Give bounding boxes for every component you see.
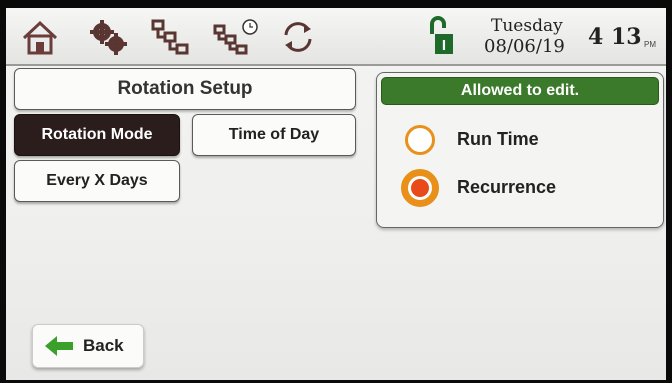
device-screen: I Tuesday 08/06/19 4 13 PM Rotation Setu… <box>6 8 666 380</box>
flowchart-icon[interactable] <box>150 18 190 56</box>
page-title: Rotation Setup <box>14 68 356 110</box>
sync-icon[interactable] <box>278 18 318 56</box>
back-label: Back <box>83 336 124 355</box>
rotation-mode-button[interactable]: Rotation Mode <box>14 114 180 156</box>
top-toolbar: I Tuesday 08/06/19 4 13 PM <box>6 8 666 66</box>
home-icon[interactable] <box>20 18 60 56</box>
date-day: Tuesday <box>491 16 563 36</box>
edit-options-panel: Allowed to edit. Run Time Recurrence <box>376 72 664 228</box>
scheduled-flowchart-icon[interactable] <box>212 18 260 56</box>
clock-ampm: PM <box>644 40 656 49</box>
settings-gears-icon[interactable] <box>88 18 128 56</box>
recurrence-label: Recurrence <box>457 177 557 197</box>
arrow-left-icon <box>45 336 73 356</box>
back-button[interactable]: Back <box>32 324 144 368</box>
every-x-days-button[interactable]: Every X Days <box>14 160 180 202</box>
date-value: 08/06/19 <box>484 36 565 57</box>
run-time-label: Run Time <box>457 129 539 149</box>
time-of-day-button[interactable]: Time of Day <box>192 114 356 156</box>
ignition-lock-icon: I <box>430 16 453 54</box>
run-time-radio[interactable] <box>405 125 435 155</box>
recurrence-radio[interactable] <box>401 169 439 207</box>
panel-header: Allowed to edit. <box>381 77 659 105</box>
svg-text:I: I <box>442 37 446 54</box>
clock-time: 4 13 <box>588 24 642 50</box>
